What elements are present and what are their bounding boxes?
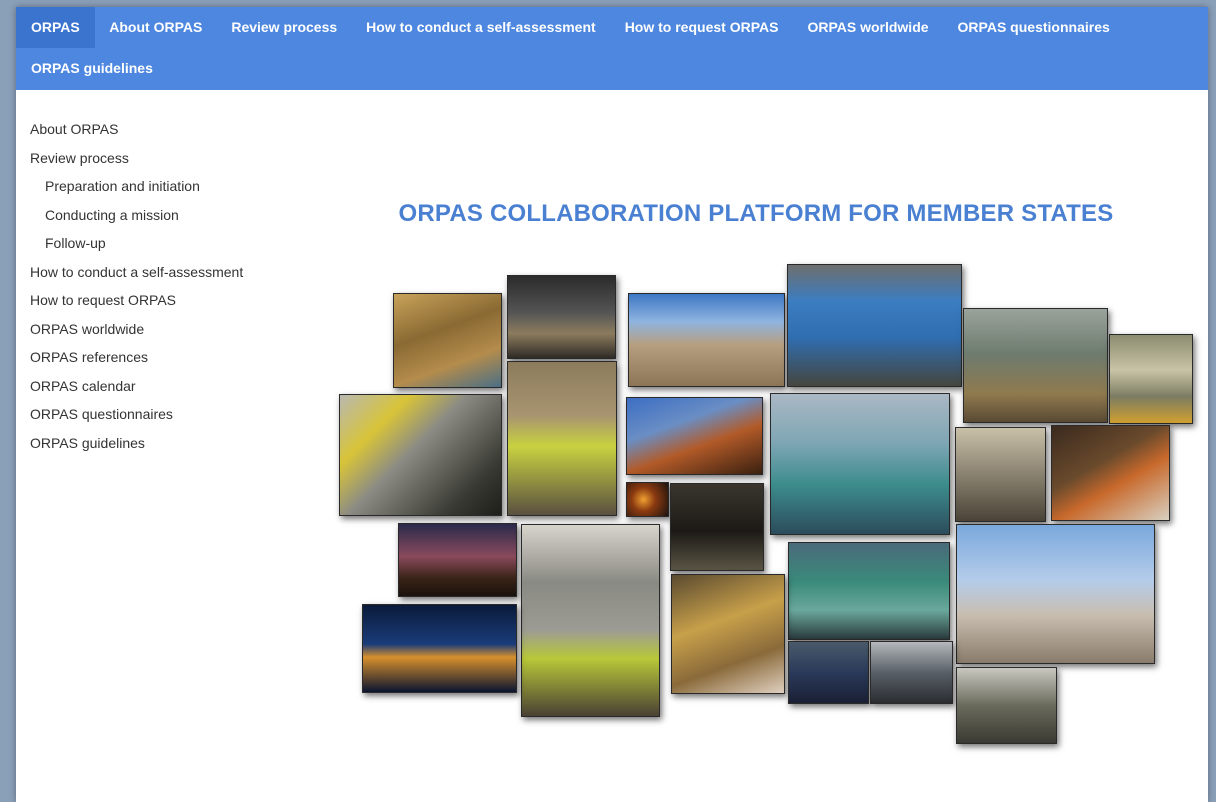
collage-photo-rock-quarry — [393, 293, 502, 388]
page-title: ORPAS COLLABORATION PLATFORM FOR MEMBER … — [398, 200, 1114, 227]
collage-photo-open-pit — [628, 293, 785, 387]
collage-photo-field-survey — [956, 667, 1057, 744]
collage-photo-inspector — [1109, 334, 1193, 424]
collage-photo-cockpit — [870, 641, 953, 704]
collage-photo-furnace-glow — [626, 482, 669, 517]
collage-photo-operating-team — [788, 542, 950, 640]
nav-item-orpas[interactable]: ORPAS — [16, 7, 95, 48]
nav-item-questionnaires[interactable]: ORPAS questionnaires — [943, 7, 1124, 48]
collage-photo-power-plant — [956, 524, 1155, 664]
sidebar-item-request[interactable]: How to request ORPAS — [30, 290, 290, 319]
collage-photo-control-panel — [788, 641, 869, 704]
collage-photo-surgery-room — [770, 393, 950, 535]
sidebar-item-guidelines[interactable]: ORPAS guidelines — [30, 433, 290, 462]
collage-photo-hall-workers — [963, 308, 1108, 423]
sidebar-item-worldwide[interactable]: ORPAS worldwide — [30, 319, 290, 348]
collage-photo-oil-platform — [362, 604, 517, 693]
sidebar-item-follow-up[interactable]: Follow-up — [30, 233, 290, 262]
collage-photo-mine-loader — [507, 275, 616, 359]
sidebar-item-self-assessment[interactable]: How to conduct a self-assessment — [30, 262, 290, 291]
nav-item-worldwide[interactable]: ORPAS worldwide — [793, 7, 943, 48]
collage-photo-lab-technician — [955, 427, 1046, 522]
sidebar-item-calendar[interactable]: ORPAS calendar — [30, 376, 290, 405]
collage-photo-conveyor-night — [398, 523, 517, 597]
nav-item-about[interactable]: About ORPAS — [95, 7, 217, 48]
sidebar-item-conducting-mission[interactable]: Conducting a mission — [30, 205, 290, 234]
collage-photo-bucket-wheel — [626, 397, 763, 475]
sidebar-menu: About ORPAS Review process Preparation a… — [30, 119, 290, 461]
sidebar-item-review-process[interactable]: Review process — [30, 148, 290, 177]
page-frame: ORPAS About ORPAS Review process How to … — [16, 7, 1208, 802]
collage-photo-drilling-rig — [671, 574, 785, 694]
collage-photo-tunnel-workers — [507, 361, 617, 516]
nav-item-self-assessment[interactable]: How to conduct a self-assessment — [352, 7, 611, 48]
top-navigation: ORPAS About ORPAS Review process How to … — [16, 7, 1208, 90]
sidebar-item-references[interactable]: ORPAS references — [30, 347, 290, 376]
collage-photo-engineer-helmet — [521, 524, 660, 717]
collage-photo-container-truck — [787, 264, 962, 387]
collage-photo-welding — [1051, 425, 1170, 521]
nav-item-guidelines[interactable]: ORPAS guidelines — [16, 48, 167, 89]
nav-item-review-process[interactable]: Review process — [217, 7, 352, 48]
sidebar-item-questionnaires[interactable]: ORPAS questionnaires — [30, 404, 290, 433]
collage-photo-radiation-sign — [339, 394, 502, 516]
sidebar-item-about[interactable]: About ORPAS — [30, 119, 290, 148]
sidebar-item-preparation[interactable]: Preparation and initiation — [30, 176, 290, 205]
collage-photo-mine-tunnel — [670, 483, 764, 571]
nav-item-request[interactable]: How to request ORPAS — [610, 7, 793, 48]
